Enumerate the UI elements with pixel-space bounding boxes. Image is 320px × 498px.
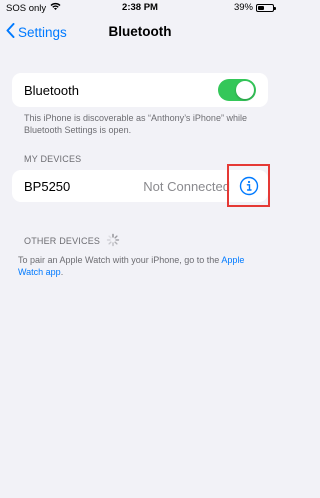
device-status: Not Connected: [143, 179, 230, 194]
apple-watch-hint: To pair an Apple Watch with your iPhone,…: [18, 254, 268, 278]
spinner-icon: [106, 233, 120, 249]
bluetooth-label: Bluetooth: [24, 83, 79, 98]
bluetooth-toggle[interactable]: [218, 79, 256, 101]
bluetooth-row: Bluetooth: [12, 73, 268, 107]
navigation-bar: Settings Bluetooth: [0, 18, 280, 46]
apple-watch-hint-suffix: .: [60, 267, 64, 277]
status-right: 39%: [233, 2, 276, 13]
other-devices-label: OTHER DEVICES: [24, 236, 101, 246]
battery-icon: [256, 3, 276, 12]
apple-watch-hint-text: To pair an Apple Watch with your iPhone,…: [18, 255, 220, 265]
device-name: BP5250: [24, 179, 71, 194]
discoverable-footnote: This iPhone is discoverable as “Anthony’…: [24, 113, 247, 135]
toggle-knob: [236, 81, 254, 99]
page-title: Bluetooth: [108, 24, 172, 39]
other-devices-header: OTHER DEVICES: [24, 233, 120, 249]
status-bar: SOS only 2:38 PM 39%: [0, 0, 280, 16]
my-devices-header: MY DEVICES: [24, 154, 82, 164]
battery-percent: 39%: [233, 2, 253, 13]
highlight-annotation: [227, 164, 270, 207]
